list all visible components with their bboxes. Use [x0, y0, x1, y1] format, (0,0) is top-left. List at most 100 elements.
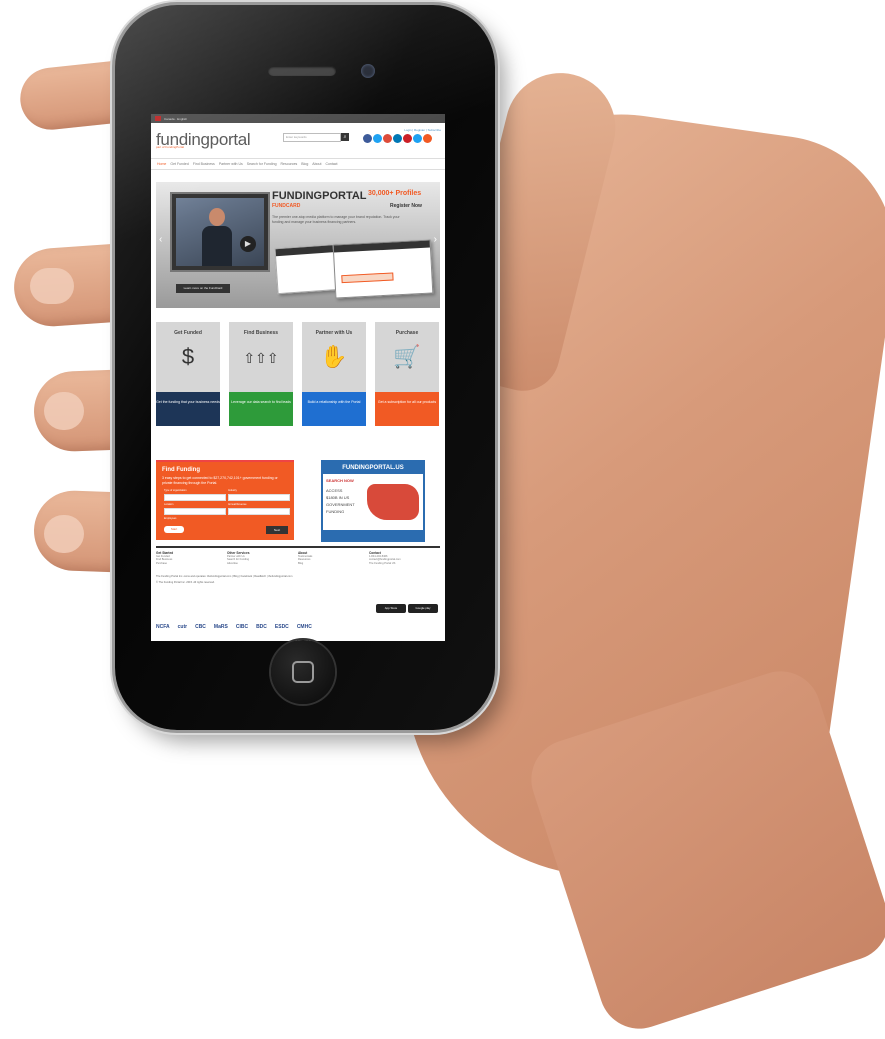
hero-description: The premier one-stop media platform to m… [272, 215, 400, 224]
top-bar: Canada · English [151, 114, 445, 123]
search-icon[interactable]: ⌕ [341, 133, 349, 141]
nav-item-contact[interactable]: Contact [325, 162, 337, 166]
home-button[interactable] [271, 640, 335, 704]
fingernail [30, 268, 74, 304]
tile-find-business[interactable]: Find Business ⇧⇧⇧ Leverage our data sear… [229, 322, 293, 426]
presenter-image [202, 208, 232, 266]
partner-logo[interactable]: CIBC [236, 624, 248, 630]
register-link[interactable]: Register Now [390, 203, 422, 209]
fingernail [44, 392, 84, 430]
play-icon[interactable]: ▶ [240, 236, 256, 252]
pinterest-icon[interactable] [403, 134, 412, 143]
field-label: Type of organization [164, 489, 187, 492]
footer-link[interactable]: Blog [298, 562, 369, 565]
portal-us-line: ACCESS [326, 488, 343, 493]
tile-partner[interactable]: Partner with Us ✋ Build a relationship w… [302, 322, 366, 426]
search-input[interactable]: Enter keywords [283, 133, 341, 142]
organization-type-select[interactable] [164, 494, 226, 501]
nav-item-get-funded[interactable]: Get Funded [170, 162, 188, 166]
funding-portal-us-ad[interactable]: FUNDINGPORTAL.US SEARCH NOW ACCESS $180B… [321, 460, 425, 542]
fundcard-screens-image [274, 239, 436, 299]
hero-cta-button[interactable]: Learn more on the FundCard [176, 284, 230, 293]
nav-item-about[interactable]: About [312, 162, 321, 166]
portal-us-title: FUNDINGPORTAL.US [323, 462, 423, 474]
us-map-icon [367, 484, 419, 520]
portal-us-search-now[interactable]: SEARCH NOW [326, 478, 354, 483]
carousel-next-icon[interactable]: › [434, 234, 437, 245]
site-header: fundingportal part of FundingPortal Ente… [151, 123, 445, 152]
tile-title: Partner with Us [315, 330, 353, 336]
partner-logo[interactable]: NCFA [156, 624, 170, 630]
tile-title: Find Business [243, 330, 279, 336]
video-thumbnail: ▶ [176, 198, 264, 266]
footer-note: The Funding Portal Inc. owns and operate… [156, 575, 293, 579]
tile-title: Purchase [395, 330, 419, 336]
tile-title: Get Funded [174, 330, 202, 336]
tile-purchase[interactable]: Purchase 🛒 Get a subscription for all ou… [375, 322, 439, 426]
social-icons [363, 134, 432, 143]
google-plus-icon[interactable] [383, 134, 392, 143]
partner-logo[interactable]: CMHC [297, 624, 312, 630]
app-store-badge[interactable]: App Store [376, 604, 406, 613]
tile-description: Get a subscription for all our products [375, 392, 439, 426]
nav-item-blog[interactable]: Blog [301, 162, 308, 166]
field-label: Employees [164, 517, 177, 520]
field-label: Industry [228, 489, 237, 492]
partner-logo[interactable]: cutr [178, 624, 187, 630]
footer-link[interactable]: The Funding Portal US [369, 562, 440, 565]
hero-brand: FUNDINGPORTAL [272, 190, 367, 202]
nav-item-home[interactable]: Home [157, 162, 166, 166]
hero-profiles: 30,000+ Profiles [368, 190, 422, 197]
tile-description: Leverage our data search to find leads [229, 392, 293, 426]
nav-item-find-business[interactable]: Find Business [193, 162, 215, 166]
share-icon[interactable] [423, 134, 432, 143]
language-selector[interactable]: Canada · English [164, 117, 187, 121]
footer-column: Get Started Get Funded Find Business Pur… [156, 551, 227, 565]
partner-logo[interactable]: ESDC [275, 624, 289, 630]
nav-item-resources[interactable]: Resources [281, 162, 298, 166]
facebook-icon[interactable] [363, 134, 372, 143]
partner-logo[interactable]: CBC [195, 624, 206, 630]
footer-link[interactable]: Purchase [156, 562, 227, 565]
carousel-prev-icon[interactable]: ‹ [159, 234, 162, 245]
partner-logos: NCFA cutr CBC MaRS CIBC BDC ESDC CMHC [156, 624, 440, 630]
footer-column: Other Services Partner with Us Search fo… [227, 551, 298, 565]
app-badges: App Store Google play [376, 604, 438, 613]
next-button[interactable]: Next [266, 526, 288, 534]
portal-us-footer-bar [323, 530, 423, 540]
footer-columns: Get Started Get Funded Find Business Pur… [156, 548, 440, 565]
nav-item-search-funding[interactable]: Search for Funding [247, 162, 277, 166]
field-label: Location [164, 503, 174, 506]
portal-us-line: GOVERNMENT [326, 502, 355, 507]
industry-select[interactable] [228, 494, 290, 501]
footer-column: About Testimonials Resources Blog [298, 551, 369, 565]
footer-link[interactable]: Advertise [227, 562, 298, 565]
hero-product: FUNDCARD [272, 203, 301, 209]
home-square-icon [292, 661, 314, 683]
logo-tagline: part of FundingPortal [156, 145, 185, 149]
twitter-icon[interactable] [373, 134, 382, 143]
cart-icon: 🛒 [393, 344, 421, 369]
tile-get-funded[interactable]: Get Funded $ Get the funding that your b… [156, 322, 220, 426]
google-play-badge[interactable]: Google play [408, 604, 438, 613]
service-tiles: Get Funded $ Get the funding that your b… [156, 322, 440, 426]
nav-item-partner[interactable]: Partner with Us [219, 162, 243, 166]
location-select[interactable] [164, 508, 226, 515]
hero-video[interactable]: ▶ [170, 192, 270, 272]
tile-description: Get the funding that your business needs [156, 392, 220, 426]
rss-icon[interactable] [413, 134, 422, 143]
start-button[interactable]: Start [164, 526, 184, 533]
phone-screen: Canada · English fundingportal part of F… [151, 114, 445, 641]
account-links[interactable]: Login | Register | Subscribe [404, 128, 441, 132]
footer-column: Contact 1-844-404-5406 contact@fundingpo… [369, 551, 440, 565]
revenue-select[interactable] [228, 508, 290, 515]
growth-arrows-icon: ⇧⇧⇧ [243, 350, 279, 366]
site-footer: Get Started Get Funded Find Business Pur… [156, 546, 440, 630]
portal-us-line: FUNDING [326, 509, 345, 514]
flag-icon[interactable] [155, 116, 161, 121]
linkedin-icon[interactable] [393, 134, 402, 143]
partner-logo[interactable]: BDC [256, 624, 267, 630]
partner-logo[interactable]: MaRS [214, 624, 228, 630]
phone-speaker [268, 66, 336, 76]
hero-carousel[interactable]: ▶ FUNDINGPORTAL FUNDCARD 30,000+ Profile… [156, 182, 440, 308]
